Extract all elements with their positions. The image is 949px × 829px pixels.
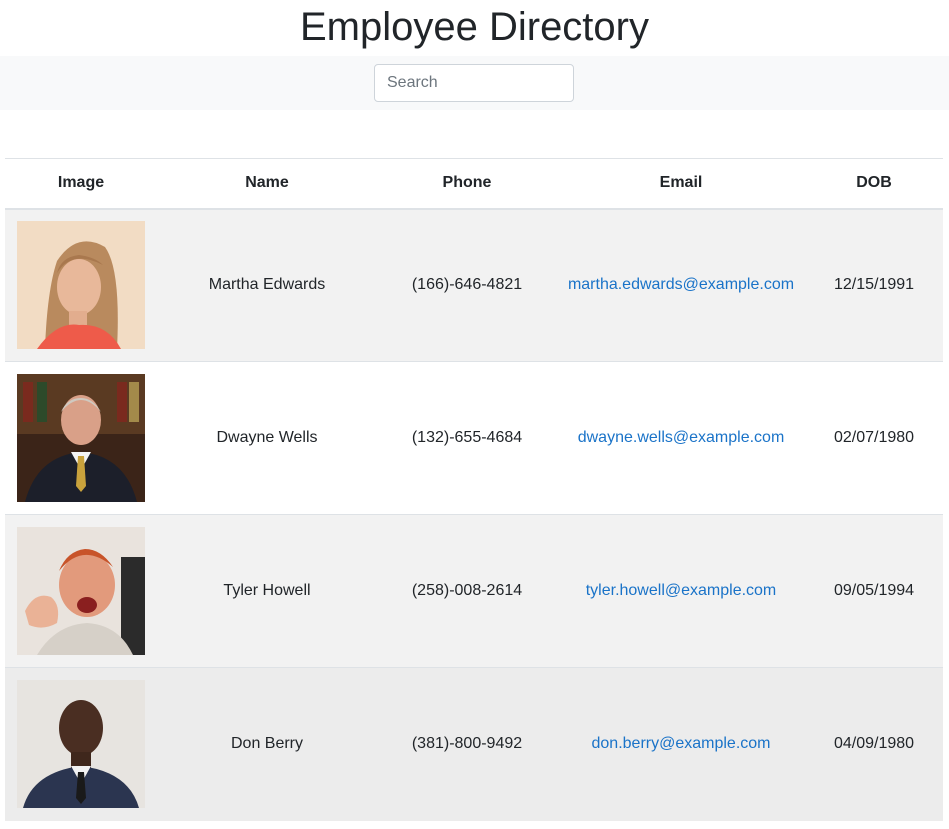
employee-name: Martha Edwards [157, 208, 377, 362]
employee-email-link[interactable]: tyler.howell@example.com [586, 582, 777, 599]
column-header-phone[interactable]: Phone [377, 158, 557, 210]
image-cell [5, 667, 157, 821]
employee-dob: 04/09/1980 [805, 667, 943, 821]
employee-name: Don Berry [157, 667, 377, 821]
table-row: Don Berry (381)-800-9492 don.berry@examp… [5, 667, 943, 821]
employee-name: Dwayne Wells [157, 361, 377, 515]
employee-dob: 12/15/1991 [805, 208, 943, 362]
column-header-email[interactable]: Email [557, 158, 805, 210]
employee-email-link[interactable]: dwayne.wells@example.com [578, 429, 785, 446]
employee-phone: (132)-655-4684 [377, 361, 557, 515]
avatar [17, 374, 145, 502]
employee-phone: (381)-800-9492 [377, 667, 557, 821]
table-row: Tyler Howell (258)-008-2614 tyler.howell… [5, 514, 943, 668]
table-header-row: Image Name Phone Email DOB [5, 158, 943, 210]
column-header-name[interactable]: Name [157, 158, 377, 210]
email-cell: martha.edwards@example.com [557, 208, 805, 362]
page-title: Employee Directory [299, 5, 649, 49]
image-cell [5, 514, 157, 668]
employee-dob: 02/07/1980 [805, 361, 943, 515]
image-cell [5, 208, 157, 362]
employee-name: Tyler Howell [157, 514, 377, 668]
employee-email-link[interactable]: don.berry@example.com [592, 735, 771, 752]
column-header-image[interactable]: Image [5, 158, 157, 210]
employee-phone: (258)-008-2614 [377, 514, 557, 668]
search-bar [0, 56, 949, 110]
email-cell: dwayne.wells@example.com [557, 361, 805, 515]
employee-email-link[interactable]: martha.edwards@example.com [568, 276, 794, 293]
avatar [17, 527, 145, 655]
employee-dob: 09/05/1994 [805, 514, 943, 668]
avatar [17, 221, 145, 350]
email-cell: don.berry@example.com [557, 667, 805, 821]
employee-table: Image Name Phone Email DOB Martha Edward… [5, 158, 943, 821]
employee-phone: (166)-646-4821 [377, 208, 557, 362]
avatar [17, 680, 145, 809]
table-row: Martha Edwards (166)-646-4821 martha.edw… [5, 208, 943, 362]
column-header-dob[interactable]: DOB [805, 158, 943, 210]
email-cell: tyler.howell@example.com [557, 514, 805, 668]
search-input[interactable] [374, 64, 574, 102]
table-row: Dwayne Wells (132)-655-4684 dwayne.wells… [5, 361, 943, 515]
image-cell [5, 361, 157, 515]
